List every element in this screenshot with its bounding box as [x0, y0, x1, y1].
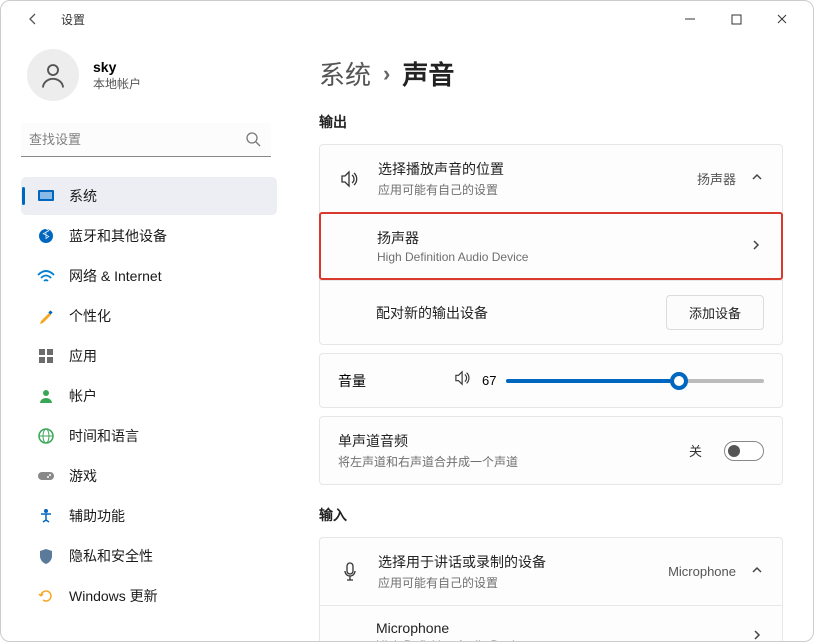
microphone-icon	[338, 562, 362, 582]
close-button[interactable]	[759, 3, 805, 35]
sidebar-item-gaming[interactable]: 游戏	[21, 457, 277, 495]
sidebar-item-bluetooth[interactable]: 蓝牙和其他设备	[21, 217, 277, 255]
volume-value: 67	[482, 373, 496, 388]
row-title: 选择用于讲话或录制的设备	[378, 552, 652, 572]
chevron-up-icon	[750, 170, 764, 187]
input-choose-device-card[interactable]: 选择用于讲话或录制的设备 应用可能有自己的设置 Microphone Micro…	[319, 537, 783, 641]
breadcrumb-parent[interactable]: 系统	[319, 55, 371, 92]
user-name: sky	[93, 59, 141, 75]
apps-icon	[37, 347, 55, 365]
output-device-row-highlighted[interactable]: 扬声器 High Definition Audio Device	[319, 212, 783, 280]
sidebar-item-label: Windows 更新	[69, 586, 158, 606]
sidebar-item-accounts[interactable]: 帐户	[21, 377, 277, 415]
sidebar-item-label: 隐私和安全性	[69, 546, 153, 566]
accessibility-icon	[37, 507, 55, 525]
content-area: 系统 › 声音 输出 选择播放声音的位置 应用可能有自己的设置 扬声器	[291, 37, 813, 641]
title-bar: 设置	[1, 1, 813, 37]
row-subtitle: 应用可能有自己的设置	[378, 181, 681, 198]
output-choose-device-card[interactable]: 选择播放声音的位置 应用可能有自己的设置 扬声器 扬声器 High Defini…	[319, 144, 783, 345]
chevron-right-icon	[750, 628, 764, 642]
row-subtitle: 应用可能有自己的设置	[378, 574, 652, 591]
chevron-up-icon	[750, 563, 764, 580]
sidebar-item-personalization[interactable]: 个性化	[21, 297, 277, 335]
user-profile[interactable]: sky 本地帐户	[27, 49, 287, 101]
row-title: 选择播放声音的位置	[378, 159, 681, 179]
network-icon	[37, 267, 55, 285]
row-subtitle: High Definition Audio Device	[376, 638, 734, 641]
pair-output-row: 配对新的输出设备 添加设备	[320, 281, 782, 344]
minimize-button[interactable]	[667, 3, 713, 35]
sidebar-item-label: 个性化	[69, 306, 111, 326]
search-icon	[245, 131, 261, 152]
sidebar-item-label: 蓝牙和其他设备	[69, 226, 167, 246]
sidebar-item-label: 系统	[69, 186, 97, 206]
accounts-icon	[37, 387, 55, 405]
sidebar: sky 本地帐户 系统 蓝牙和其他设备	[1, 37, 291, 641]
row-subtitle: High Definition Audio Device	[377, 250, 733, 264]
back-button[interactable]	[23, 9, 43, 29]
row-value: 扬声器	[697, 169, 736, 188]
row-value: Microphone	[668, 564, 736, 579]
sidebar-item-network[interactable]: 网络 & Internet	[21, 257, 277, 295]
gaming-icon	[37, 467, 55, 485]
sidebar-item-accessibility[interactable]: 辅助功能	[21, 497, 277, 535]
toggle-state-label: 关	[689, 441, 702, 460]
time-language-icon	[37, 427, 55, 445]
sidebar-item-label: 辅助功能	[69, 506, 125, 526]
user-account-type: 本地帐户	[93, 75, 141, 92]
sidebar-item-apps[interactable]: 应用	[21, 337, 277, 375]
sidebar-item-windows-update[interactable]: Windows 更新	[21, 577, 277, 615]
windows-update-icon	[37, 587, 55, 605]
add-device-button[interactable]: 添加设备	[666, 295, 764, 330]
window-title: 设置	[61, 11, 85, 28]
sidebar-item-label: 游戏	[69, 466, 97, 486]
personalization-icon	[37, 307, 55, 325]
speaker-icon[interactable]	[454, 370, 472, 391]
sidebar-item-privacy[interactable]: 隐私和安全性	[21, 537, 277, 575]
chevron-right-icon	[749, 238, 763, 255]
system-icon	[37, 187, 55, 205]
avatar	[27, 49, 79, 101]
sidebar-item-time-language[interactable]: 时间和语言	[21, 417, 277, 455]
bluetooth-icon	[37, 227, 55, 245]
output-section-label: 输出	[319, 112, 783, 132]
chevron-right-icon: ›	[383, 61, 390, 87]
row-title: 配对新的输出设备	[376, 303, 650, 323]
sidebar-item-label: 网络 & Internet	[69, 266, 162, 286]
maximize-button[interactable]	[713, 3, 759, 35]
privacy-icon	[37, 547, 55, 565]
mono-toggle[interactable]	[724, 441, 764, 461]
sidebar-item-label: 时间和语言	[69, 426, 139, 446]
sidebar-item-label: 应用	[69, 346, 97, 366]
volume-card: 音量 67	[319, 353, 783, 408]
volume-slider[interactable]	[506, 379, 764, 383]
input-device-row[interactable]: Microphone High Definition Audio Device	[320, 606, 782, 641]
volume-label: 音量	[338, 371, 366, 391]
breadcrumb: 系统 › 声音	[319, 55, 783, 92]
speaker-icon	[338, 170, 362, 188]
row-title: 单声道音频	[338, 431, 673, 451]
search-input[interactable]	[21, 123, 271, 157]
breadcrumb-current: 声音	[402, 55, 454, 92]
sidebar-item-system[interactable]: 系统	[21, 177, 277, 215]
row-subtitle: 将左声道和右声道合并成一个声道	[338, 453, 673, 470]
mono-audio-card[interactable]: 单声道音频 将左声道和右声道合并成一个声道 关	[319, 416, 783, 485]
sidebar-item-label: 帐户	[69, 386, 97, 406]
row-title: Microphone	[376, 620, 734, 636]
input-section-label: 输入	[319, 505, 783, 525]
row-title: 扬声器	[377, 228, 733, 248]
